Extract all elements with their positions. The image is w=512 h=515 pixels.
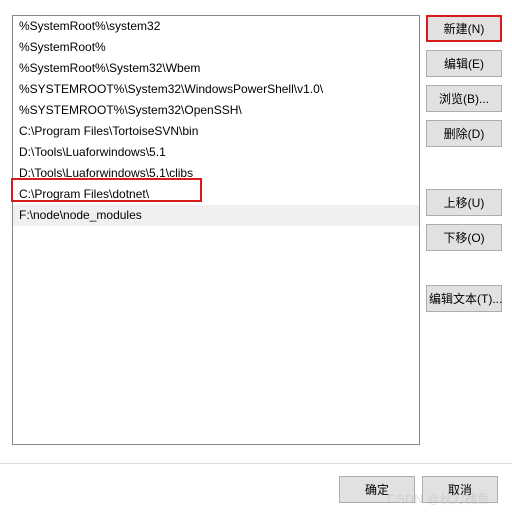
new-button[interactable]: 新建(N)	[426, 15, 502, 42]
path-list-item[interactable]: %SystemRoot%\System32\Wbem	[13, 58, 419, 79]
path-list-item[interactable]: %SystemRoot%	[13, 37, 419, 58]
ok-button[interactable]: 确定	[339, 476, 415, 503]
path-list-item[interactable]: C:\Program Files\dotnet\	[13, 184, 419, 205]
dialog-footer: 确定 取消 CSDN @秋刀槐鱼	[0, 463, 512, 515]
path-list-item[interactable]: C:\Program Files\TortoiseSVN\bin	[13, 121, 419, 142]
path-list-item[interactable]: D:\Tools\Luaforwindows\5.1	[13, 142, 419, 163]
path-list-item[interactable]: %SYSTEMROOT%\System32\OpenSSH\	[13, 100, 419, 121]
delete-button[interactable]: 删除(D)	[426, 120, 502, 147]
browse-button[interactable]: 浏览(B)...	[426, 85, 502, 112]
move-down-button[interactable]: 下移(O)	[426, 224, 502, 251]
path-list-item[interactable]: F:\node\node_modules	[13, 205, 419, 226]
env-var-edit-panel: %SystemRoot%\system32%SystemRoot%%System…	[0, 0, 512, 515]
edit-button[interactable]: 编辑(E)	[426, 50, 502, 77]
move-up-button[interactable]: 上移(U)	[426, 189, 502, 216]
path-listbox[interactable]: %SystemRoot%\system32%SystemRoot%%System…	[12, 15, 420, 445]
cancel-button[interactable]: 取消	[422, 476, 498, 503]
path-list-item[interactable]: %SYSTEMROOT%\System32\WindowsPowerShell\…	[13, 79, 419, 100]
edit-text-button[interactable]: 编辑文本(T)...	[426, 285, 502, 312]
path-list-item[interactable]: %SystemRoot%\system32	[13, 16, 419, 37]
action-button-column: 新建(N) 编辑(E) 浏览(B)... 删除(D) 上移(U) 下移(O) 编…	[426, 15, 502, 320]
path-list-item[interactable]: D:\Tools\Luaforwindows\5.1\clibs	[13, 163, 419, 184]
